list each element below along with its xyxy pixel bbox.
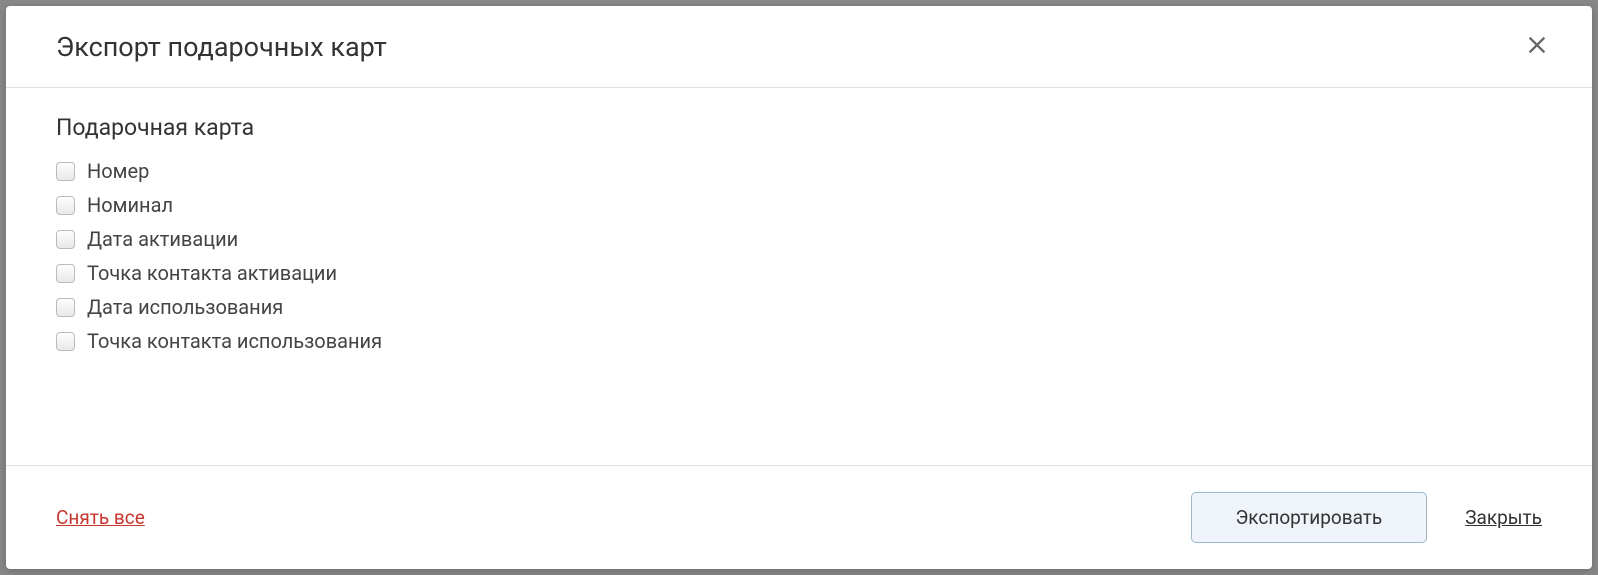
modal-body: Подарочная карта Номер Номинал Дата акти…	[6, 88, 1592, 465]
checkbox-label: Дата активации	[87, 227, 238, 251]
checkbox-list: Номер Номинал Дата активации Точка конта…	[56, 159, 1542, 353]
section-title: Подарочная карта	[56, 114, 1542, 141]
checkbox-activation-contact-point[interactable]	[56, 264, 75, 283]
remove-all-link[interactable]: Снять все	[56, 506, 145, 529]
checkbox-activation-date[interactable]	[56, 230, 75, 249]
modal-footer: Снять все Экспортировать Закрыть	[6, 465, 1592, 569]
checkbox-label: Точка контакта активации	[87, 261, 337, 285]
footer-right: Экспортировать Закрыть	[1191, 492, 1543, 543]
modal-title: Экспорт подарочных карт	[56, 31, 387, 63]
checkbox-usage-date[interactable]	[56, 298, 75, 317]
checkbox-label: Номинал	[87, 193, 173, 217]
close-icon	[1526, 34, 1548, 59]
checkbox-label: Дата использования	[87, 295, 283, 319]
checkbox-row-number[interactable]: Номер	[56, 159, 1542, 183]
checkbox-nominal[interactable]	[56, 196, 75, 215]
checkbox-row-usage-contact-point[interactable]: Точка контакта использования	[56, 329, 1542, 353]
checkbox-number[interactable]	[56, 162, 75, 181]
checkbox-row-nominal[interactable]: Номинал	[56, 193, 1542, 217]
footer-left: Снять все	[56, 506, 145, 529]
checkbox-label: Точка контакта использования	[87, 329, 382, 353]
close-button[interactable]	[1520, 28, 1554, 65]
close-link[interactable]: Закрыть	[1465, 506, 1542, 529]
checkbox-row-activation-date[interactable]: Дата активации	[56, 227, 1542, 251]
export-gift-cards-modal: Экспорт подарочных карт Подарочная карта…	[6, 6, 1592, 569]
checkbox-row-activation-contact-point[interactable]: Точка контакта активации	[56, 261, 1542, 285]
checkbox-label: Номер	[87, 159, 149, 183]
modal-header: Экспорт подарочных карт	[6, 6, 1592, 88]
checkbox-usage-contact-point[interactable]	[56, 332, 75, 351]
export-button[interactable]: Экспортировать	[1191, 492, 1428, 543]
checkbox-row-usage-date[interactable]: Дата использования	[56, 295, 1542, 319]
